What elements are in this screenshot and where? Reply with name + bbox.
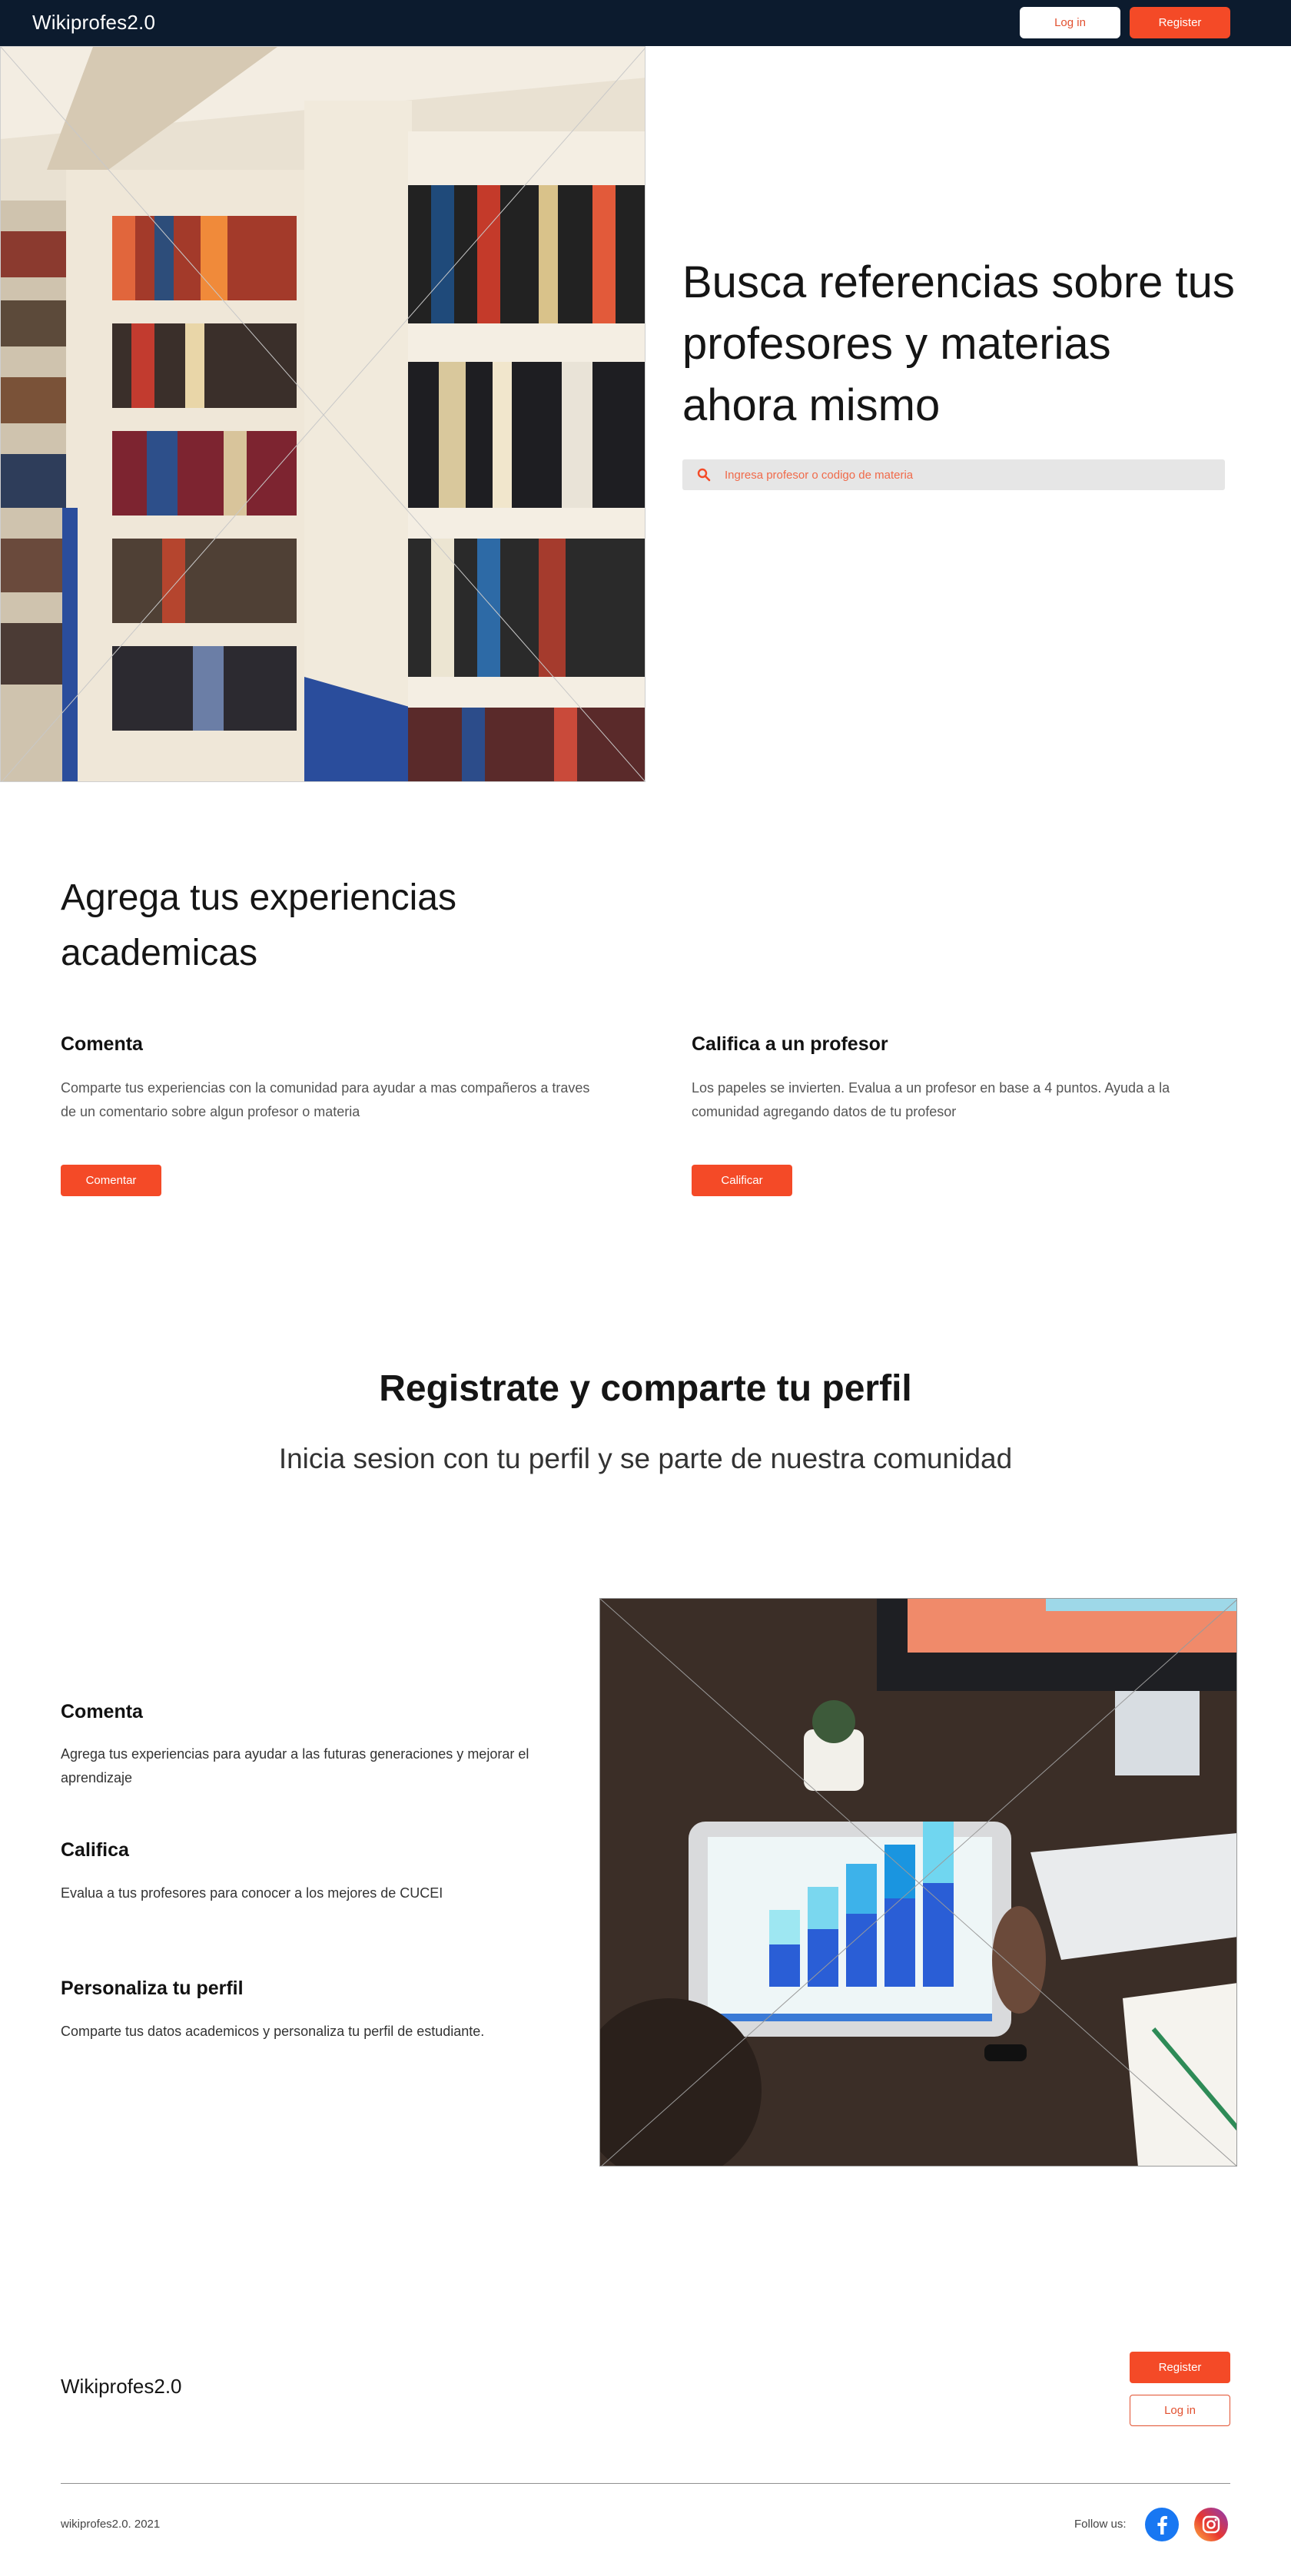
register-subtitle: Inicia sesion con tu perfil y se parte d… [278, 1443, 1013, 1474]
navbar: Wikiprofes2.0 Log in Register [0, 0, 1291, 46]
search-input[interactable] [725, 459, 1216, 490]
follow-label: Follow us: [1074, 2518, 1127, 2531]
feature-text-comenta: Comparte tus experiencias con la comunid… [61, 1080, 590, 1119]
benefit-title-perfil: Personaliza tu perfil [61, 1978, 244, 1999]
calificar-button[interactable]: Calificar [692, 1165, 792, 1196]
comentar-button[interactable]: Comentar [61, 1165, 161, 1196]
copyright-text: wikiprofes2.0. 2021 [61, 2518, 161, 2531]
facebook-icon[interactable] [1145, 2508, 1179, 2541]
benefit-text-perfil: Comparte tus datos academicos y personal… [61, 2024, 485, 2039]
feature-title-califica: Califica a un profesor [692, 1033, 888, 1055]
feature-text-califica: Los papeles se invierten. Evalua a un pr… [692, 1080, 1170, 1119]
footer-brand[interactable]: Wikiprofes2.0 [61, 2375, 182, 2399]
instagram-icon[interactable] [1194, 2508, 1228, 2541]
feature-title-comenta: Comenta [61, 1033, 143, 1055]
tablet-chart-image [599, 1598, 1237, 2167]
search-bar[interactable] [682, 459, 1225, 490]
brand-logo[interactable]: Wikiprofes2.0 [32, 11, 155, 35]
footer-login-button[interactable]: Log in [1130, 2395, 1230, 2426]
register-button[interactable]: Register [1130, 7, 1230, 38]
footer-divider [61, 2483, 1230, 2484]
search-icon [696, 467, 712, 482]
benefit-text-comenta: Agrega tus experiencias para ayudar a la… [61, 1746, 529, 1785]
experiences-title: Agrega tus experiencias academicas [61, 877, 456, 973]
hero-library-image [0, 46, 646, 782]
login-button[interactable]: Log in [1020, 7, 1120, 38]
benefit-title-comenta: Comenta [61, 1701, 143, 1722]
benefit-title-califica: Califica [61, 1839, 129, 1861]
register-title: Registrate y comparte tu perfil [379, 1368, 912, 1409]
footer-register-button[interactable]: Register [1130, 2352, 1230, 2383]
benefit-text-califica: Evalua a tus profesores para conocer a l… [61, 1885, 443, 1901]
hero-title: Busca referencias sobre tus profesores y… [682, 257, 1235, 430]
